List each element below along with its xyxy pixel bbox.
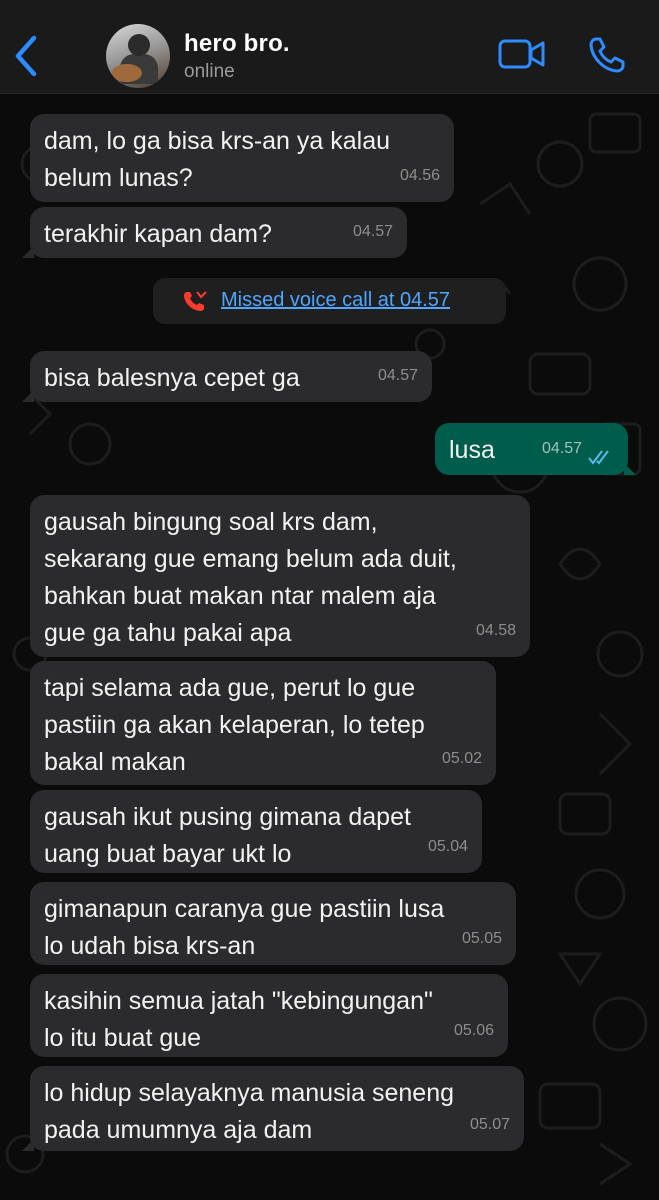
message-time: 05.05 [461,930,502,947]
message-time: 05.07 [469,1116,510,1133]
message-text: tapi selama ada gue, perut lo gue pastii… [44,674,425,776]
chat-area[interactable]: dam, lo ga bisa krs-an ya kalau belum lu… [0,94,659,1200]
missed-call-notice[interactable]: Missed voice call at 04.57 [153,278,506,324]
message-bubble[interactable]: bisa balesnya cepet ga 04.57 [22,351,432,402]
message-bubble[interactable]: gausah bingung soal krs dam, sekarang gu… [30,495,530,657]
message-bubble[interactable]: gimanapun caranya gue pastiin lusa lo ud… [30,882,516,965]
message-bubble[interactable]: kasihin semua jatah "kebingungan" lo itu… [30,974,508,1057]
message-bubble[interactable]: dam, lo ga bisa krs-an ya kalau belum lu… [30,114,454,202]
contact-status: online [184,61,235,82]
back-chevron-icon[interactable] [12,34,42,78]
message-bubble[interactable]: lusa 04.57 [435,423,636,475]
message-text: terakhir kapan dam? [44,220,272,248]
phone-icon[interactable] [588,36,626,74]
message-bubble[interactable]: terakhir kapan dam? 04.57 [22,207,407,258]
contact-name[interactable]: hero bro. [184,30,290,58]
message-text: bisa balesnya cepet ga [44,364,300,392]
missed-call-label[interactable]: Missed voice call at 04.57 [221,289,450,312]
message-time: 04.58 [475,622,516,639]
missed-call-icon [184,291,207,311]
message-time: 05.02 [441,750,482,767]
message-time: 04.57 [377,367,418,384]
message-time: 05.04 [427,838,468,855]
avatar[interactable] [106,24,170,88]
video-call-icon[interactable] [498,38,546,70]
message-text: gausah ikut pusing gimana dapet uang bua… [44,803,411,868]
message-text: kasihin semua jatah "kebingungan" lo itu… [44,987,433,1052]
message-time: 04.57 [541,440,582,457]
message-time: 04.56 [399,167,440,184]
message-text: lo hidup selayaknya manusia seneng pada … [44,1079,454,1144]
message-time: 04.57 [352,223,393,240]
message-text: gausah bingung soal krs dam, sekarang gu… [44,508,457,647]
message-time: 05.06 [453,1022,494,1039]
message-text: dam, lo ga bisa krs-an ya kalau belum lu… [44,127,391,192]
chat-header: hero bro. online [0,0,659,94]
message-bubble[interactable]: tapi selama ada gue, perut lo gue pastii… [30,661,496,785]
message-text: gimanapun caranya gue pastiin lusa lo ud… [44,895,445,960]
message-bubble[interactable]: lo hidup selayaknya manusia seneng pada … [22,1066,524,1151]
read-receipt-icon [588,450,609,465]
message-bubble[interactable]: gausah ikut pusing gimana dapet uang bua… [30,790,482,873]
